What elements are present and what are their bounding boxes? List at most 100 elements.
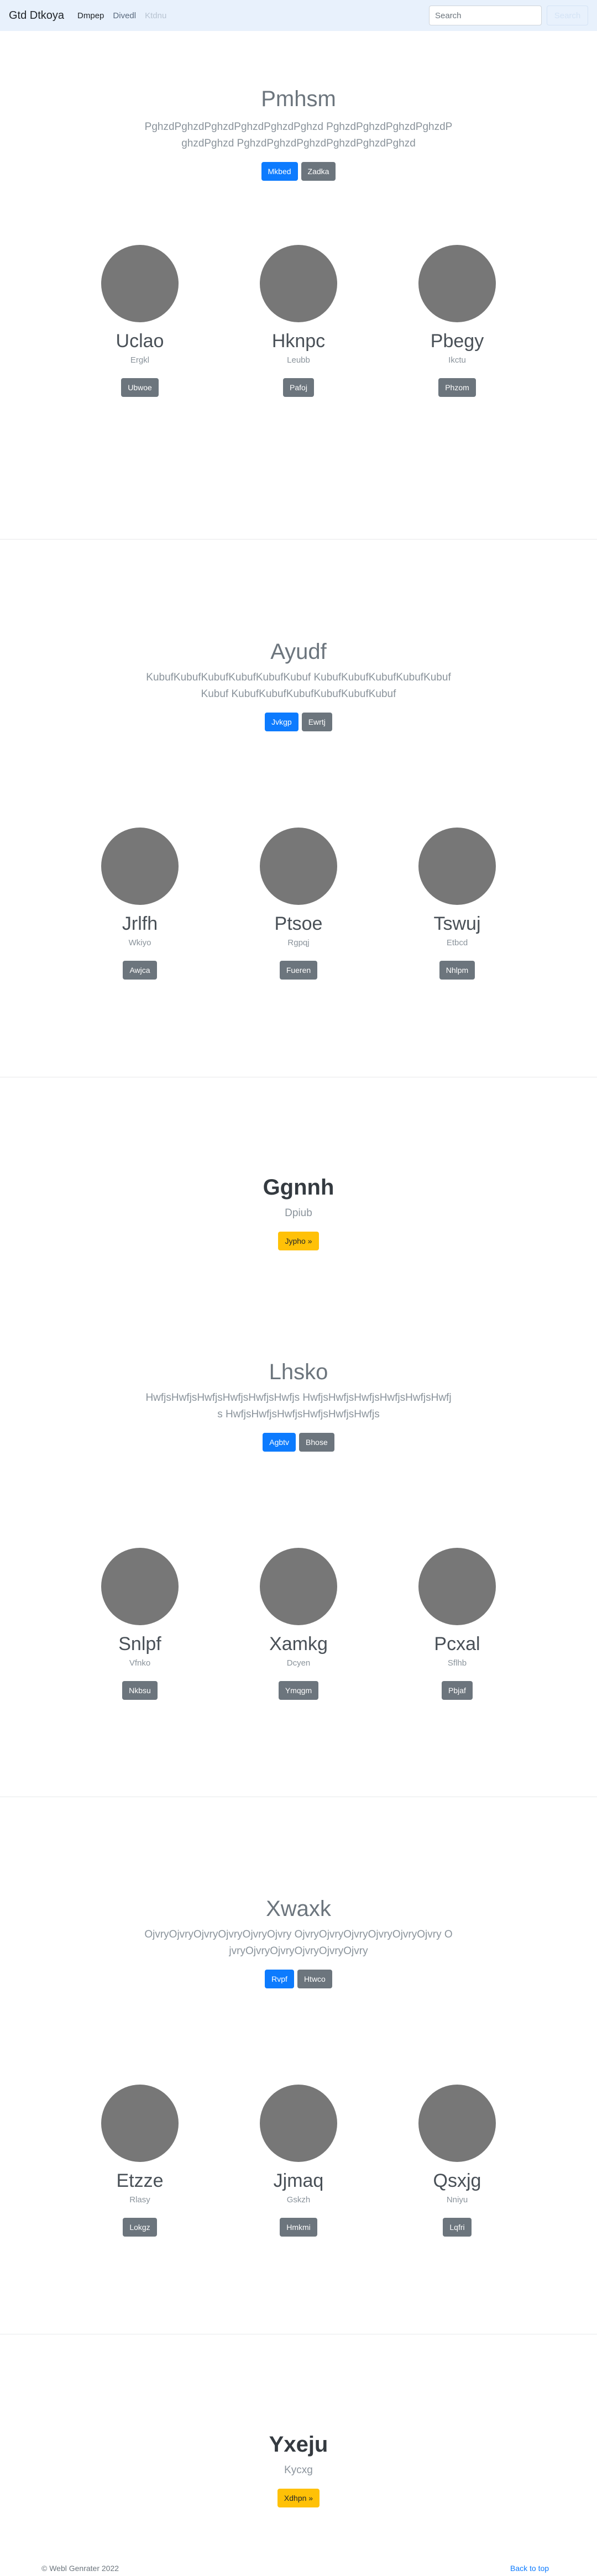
warning-button[interactable]: Xdhpn » xyxy=(277,2489,320,2507)
jumbotron-6: Yxeju Kycxg Xdhpn » xyxy=(0,2431,597,2507)
button-row: Mkbed Zadka xyxy=(0,162,597,181)
avatar xyxy=(418,828,496,905)
avatar xyxy=(260,828,337,905)
avatar xyxy=(101,1548,179,1625)
primary-button[interactable]: Mkbed xyxy=(261,162,298,181)
secondary-button[interactable]: Htwco xyxy=(297,1970,332,1988)
avatar xyxy=(418,2085,496,2162)
person-role: Sflhb xyxy=(447,1658,467,1668)
avatar xyxy=(418,245,496,322)
person-role: Nniyu xyxy=(446,2195,468,2205)
section-title: Ggnnh xyxy=(263,1175,334,1200)
button-row: Agbtv Bhose xyxy=(0,1433,597,1452)
nav-link-1[interactable]: Dmpep xyxy=(77,11,104,20)
section-title: Xwaxk xyxy=(266,1897,331,1921)
jumbotron-4: Lhsko HwfjsHwfjsHwfjsHwfjsHwfjsHwfjs Hwf… xyxy=(0,1359,597,1452)
avatar xyxy=(101,2085,179,2162)
person-name: Xamkg xyxy=(269,1633,328,1654)
person-name: Tswuj xyxy=(433,913,481,934)
person-button[interactable]: Phzom xyxy=(438,378,476,397)
person-card: Qsxjg Nniyu Lqfri xyxy=(402,2085,512,2237)
person-name: Hknpc xyxy=(271,331,326,352)
section-title: Yxeju xyxy=(269,2432,328,2457)
person-card: Ptsoe Rgpqj Fueren xyxy=(243,828,354,980)
person-role: Vfnko xyxy=(129,1658,151,1668)
person-card: Etzze Rlasy Lokgz xyxy=(85,2085,195,2237)
person-role: Etbcd xyxy=(446,938,468,947)
person-role: Gskzh xyxy=(286,2195,311,2205)
avatar xyxy=(260,245,337,322)
section-divider xyxy=(0,539,597,540)
person-button[interactable]: Fueren xyxy=(279,961,318,980)
person-role: Leubb xyxy=(287,355,310,365)
primary-button[interactable]: Agbtv xyxy=(263,1433,296,1452)
search-input[interactable] xyxy=(429,6,542,25)
person-role: Dcyen xyxy=(286,1658,311,1668)
avatar xyxy=(260,2085,337,2162)
footer: © Webl Genrater 2022 Back to top xyxy=(0,2559,597,2576)
warning-button[interactable]: Jypho » xyxy=(278,1232,319,1250)
person-name: Qsxjg xyxy=(433,2170,481,2191)
button-row: Jvkgp Ewrtj xyxy=(0,713,597,731)
person-button[interactable]: Awjca xyxy=(123,961,157,980)
person-card: Pcxal Sflhb Pbjaf xyxy=(402,1548,512,1700)
person-button[interactable]: Lqfri xyxy=(443,2218,472,2237)
section-lead: OjvryOjvryOjvryOjvryOjvryOjvry OjvryOjvr… xyxy=(144,1929,453,1957)
person-button[interactable]: Nhlpm xyxy=(439,961,475,980)
primary-button[interactable]: Rvpf xyxy=(265,1970,294,1988)
jumbotron-1: Pmhsm PghzdPghzdPghzdPghzdPghzdPghzd Pgh… xyxy=(0,86,597,181)
person-name: Pcxal xyxy=(434,1633,480,1654)
back-to-top-link[interactable]: Back to top xyxy=(510,2564,549,2573)
person-button[interactable]: Pafoj xyxy=(283,378,314,397)
person-button[interactable]: Pbjaf xyxy=(442,1681,473,1700)
avatar xyxy=(260,1548,337,1625)
person-button[interactable]: Hmkmi xyxy=(280,2218,317,2237)
button-row: Xdhpn » xyxy=(0,2489,597,2507)
button-row: Rvpf Htwco xyxy=(0,1970,597,1988)
person-card: Jjmaq Gskzh Hmkmi xyxy=(243,2085,354,2237)
section-title: Pmhsm xyxy=(261,87,336,111)
person-name: Etzze xyxy=(116,2170,164,2191)
jumbotron-5: Xwaxk OjvryOjvryOjvryOjvryOjvryOjvry Ojv… xyxy=(0,1896,597,1988)
person-card: Snlpf Vfnko Nkbsu xyxy=(85,1548,195,1700)
jumbotron-3: Ggnnh Dpiub Jypho » xyxy=(0,1174,597,1250)
section-title: Lhsko xyxy=(269,1360,328,1384)
person-name: Ptsoe xyxy=(274,913,323,934)
secondary-button[interactable]: Zadka xyxy=(301,162,336,181)
person-name: Snlpf xyxy=(118,1633,161,1654)
person-role: Rlasy xyxy=(129,2195,150,2205)
section-lead: HwfjsHwfjsHwfjsHwfjsHwfjsHwfjs HwfjsHwfj… xyxy=(145,1392,452,1420)
brand-logo[interactable]: Gtd Dtkoya xyxy=(9,9,64,22)
person-role: Ikctu xyxy=(448,355,466,365)
person-card: Hknpc Leubb Pafoj xyxy=(243,245,354,397)
section-lead: Dpiub xyxy=(285,1207,312,1219)
person-name: Jrlfh xyxy=(122,913,158,934)
person-button[interactable]: Ubwoe xyxy=(121,378,159,397)
avatar xyxy=(101,828,179,905)
avatar xyxy=(101,245,179,322)
secondary-button[interactable]: Ewrtj xyxy=(301,713,332,731)
section-title: Ayudf xyxy=(270,640,327,664)
person-role: Wkiyo xyxy=(128,938,151,947)
search-button[interactable]: Search xyxy=(547,6,588,25)
button-row: Jypho » xyxy=(0,1232,597,1250)
secondary-button[interactable]: Bhose xyxy=(299,1433,334,1452)
jumbotron-2: Ayudf KubufKubufKubufKubufKubufKubuf Kub… xyxy=(0,638,597,731)
person-card: Xamkg Dcyen Ymqgm xyxy=(243,1548,354,1700)
avatar xyxy=(418,1548,496,1625)
section-lead: KubufKubufKubufKubufKubufKubuf KubufKubu… xyxy=(146,672,451,700)
section-lead: Kycxg xyxy=(284,2464,313,2476)
section-lead: PghzdPghzdPghzdPghzdPghzdPghzd PghzdPghz… xyxy=(144,121,453,149)
person-name: Uclao xyxy=(116,331,164,352)
person-button[interactable]: Ymqgm xyxy=(278,1681,319,1700)
nav-link-3: Ktdnu xyxy=(145,11,167,20)
person-button[interactable]: Nkbsu xyxy=(122,1681,158,1700)
primary-button[interactable]: Jvkgp xyxy=(265,713,298,731)
person-role: Ergkl xyxy=(130,355,150,365)
person-button[interactable]: Lokgz xyxy=(123,2218,157,2237)
person-role: Rgpqj xyxy=(287,938,310,947)
nav-link-2[interactable]: Divedl xyxy=(113,11,136,20)
person-card: Jrlfh Wkiyo Awjca xyxy=(85,828,195,980)
copyright-text: © Webl Genrater 2022 xyxy=(41,2564,119,2573)
person-card: Uclao Ergkl Ubwoe xyxy=(85,245,195,397)
